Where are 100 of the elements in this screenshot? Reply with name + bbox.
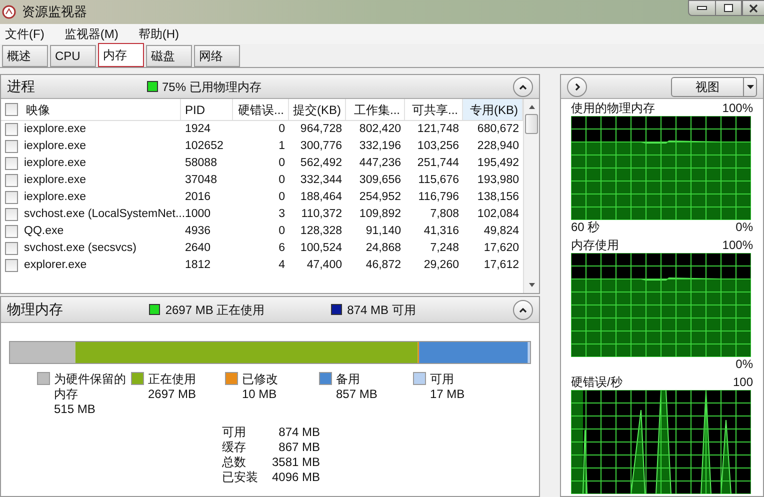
close-icon	[749, 4, 758, 12]
table-cell-text: iexplore.exe	[24, 122, 86, 137]
table-cell-text: 1812	[185, 258, 211, 273]
table-cell-text: 802,420	[359, 122, 401, 137]
table-cell-text: 116,796	[418, 190, 459, 205]
table-cell-text: explorer.exe	[24, 258, 87, 273]
scroll-up-icon[interactable]	[528, 103, 536, 111]
stat-value: 867 MB	[278, 440, 320, 455]
scroll-down-icon[interactable]	[528, 281, 536, 289]
maximize-icon	[724, 4, 733, 12]
stat-label: 可用	[222, 425, 247, 440]
checkbox[interactable]	[5, 208, 18, 221]
checkbox[interactable]	[5, 103, 18, 116]
table-cell-text: iexplore.exe	[24, 138, 86, 154]
expand-button[interactable]	[567, 76, 587, 96]
table-cell-text: 0	[278, 224, 285, 239]
menu-item[interactable]: 帮助(H)	[133, 25, 184, 43]
table-cell-text: 110,372	[301, 206, 342, 222]
table-cell-text: 4936	[185, 224, 211, 239]
table-cell-text: 138,156	[477, 190, 519, 205]
table-cell-text: 3	[278, 206, 285, 222]
column-header[interactable]: 专用(KB)	[463, 99, 523, 120]
section-title: 进程	[7, 77, 36, 96]
stat-label: 总数	[222, 455, 247, 470]
legend-label: 为硬件保留的内存	[54, 372, 126, 402]
close-button[interactable]	[742, 0, 764, 16]
checkbox[interactable]	[5, 225, 18, 238]
table-cell-text: svchost.exe (LocalSystemNet...	[24, 206, 186, 222]
graph-min-label: 0%	[736, 220, 753, 235]
table-cell-text: 109,892	[359, 206, 401, 222]
checkbox[interactable]	[5, 242, 18, 255]
table-cell-text: 562,492	[300, 156, 342, 171]
table-cell-text: 7,808	[430, 206, 459, 222]
table-cell-text: 309,656	[359, 172, 401, 188]
table-cell-text: 1	[278, 138, 285, 154]
scrollbar[interactable]	[523, 99, 539, 293]
table-cell-text: 7,248	[430, 240, 459, 256]
table-cell-text: 447,236	[359, 156, 401, 171]
table-cell-text: 0	[278, 156, 285, 171]
table-cell-text: 103,256	[417, 138, 459, 154]
checkbox[interactable]	[5, 191, 18, 204]
table-cell-text: 1000	[185, 206, 211, 222]
tab[interactable]: 概述	[2, 45, 48, 67]
table-cell-text: 121,748	[417, 122, 459, 137]
collapse-button[interactable]	[513, 76, 533, 96]
checkbox[interactable]	[5, 140, 18, 153]
table-cell-text: 47,400	[306, 258, 342, 273]
graph-max-label: 100%	[722, 238, 753, 253]
table-cell-text: 2016	[185, 190, 211, 205]
legend-label: 可用	[430, 372, 455, 387]
table-cell-text: 332,196	[359, 138, 401, 154]
checkbox[interactable]	[5, 123, 18, 136]
maximize-button[interactable]	[716, 0, 742, 16]
table-cell-text: 300,776	[300, 138, 342, 154]
graph-max-label: 100	[732, 375, 753, 390]
tab[interactable]: 内存	[98, 43, 144, 67]
table-cell-text: 128,328	[300, 224, 342, 239]
table-cell-text: 0	[278, 172, 285, 188]
memory-summary-text: 874 MB 可用	[347, 302, 416, 318]
table-cell-text: 0	[278, 190, 285, 205]
scroll-thumb[interactable]	[525, 114, 538, 134]
app-icon	[2, 5, 16, 19]
graph-title: 内存使用	[571, 238, 619, 253]
stat-label: 缓存	[222, 440, 247, 455]
checkbox[interactable]	[5, 157, 18, 170]
memory-usage-summary: 75% 已用物理内存	[162, 78, 262, 96]
legend-value: 10 MB	[242, 387, 278, 402]
table-cell-text: 195,492	[477, 156, 519, 171]
table-cell-text: QQ.exe	[24, 224, 64, 239]
checkbox[interactable]	[5, 174, 18, 187]
tab[interactable]: CPU	[50, 45, 96, 67]
legend-label: 已修改	[242, 372, 279, 387]
graph-time-label: 60 秒	[571, 220, 600, 235]
tab[interactable]: 磁盘	[146, 45, 192, 67]
tab[interactable]: 网络	[194, 45, 240, 67]
checkbox[interactable]	[5, 259, 18, 272]
table-cell-text: 228,940	[477, 138, 519, 154]
table-cell-text: 17,612	[484, 258, 519, 273]
legend-value: 857 MB	[336, 387, 378, 402]
table-cell-text: 29,260	[424, 258, 459, 273]
menu-item[interactable]: 文件(F)	[0, 25, 50, 43]
graph-max-label: 100%	[722, 101, 753, 116]
menu-item[interactable]: 监视器(M)	[59, 25, 124, 43]
legend-label: 备用	[336, 372, 361, 387]
table-cell-text: 254,952	[359, 190, 401, 205]
table-cell-text: 46,872	[366, 258, 401, 273]
table-cell-text: 0	[278, 122, 285, 137]
collapse-button[interactable]	[513, 300, 533, 320]
table-cell-text: 1924	[185, 122, 211, 137]
graph-title: 硬错误/秒	[571, 375, 622, 390]
table-cell-text: svchost.exe (secsvcs)	[24, 240, 136, 256]
table-cell-text: 49,824	[484, 224, 519, 239]
table-cell-text: iexplore.exe	[24, 156, 86, 171]
legend-label: 正在使用	[148, 372, 197, 387]
table-cell-text: 17,620	[484, 240, 519, 256]
stat-value: 3581 MB	[272, 455, 320, 470]
section-title: 物理内存	[7, 300, 64, 319]
minimize-button[interactable]	[688, 0, 716, 16]
table-cell-text: 91,140	[366, 224, 401, 239]
table-cell-text: 115,676	[418, 172, 459, 188]
